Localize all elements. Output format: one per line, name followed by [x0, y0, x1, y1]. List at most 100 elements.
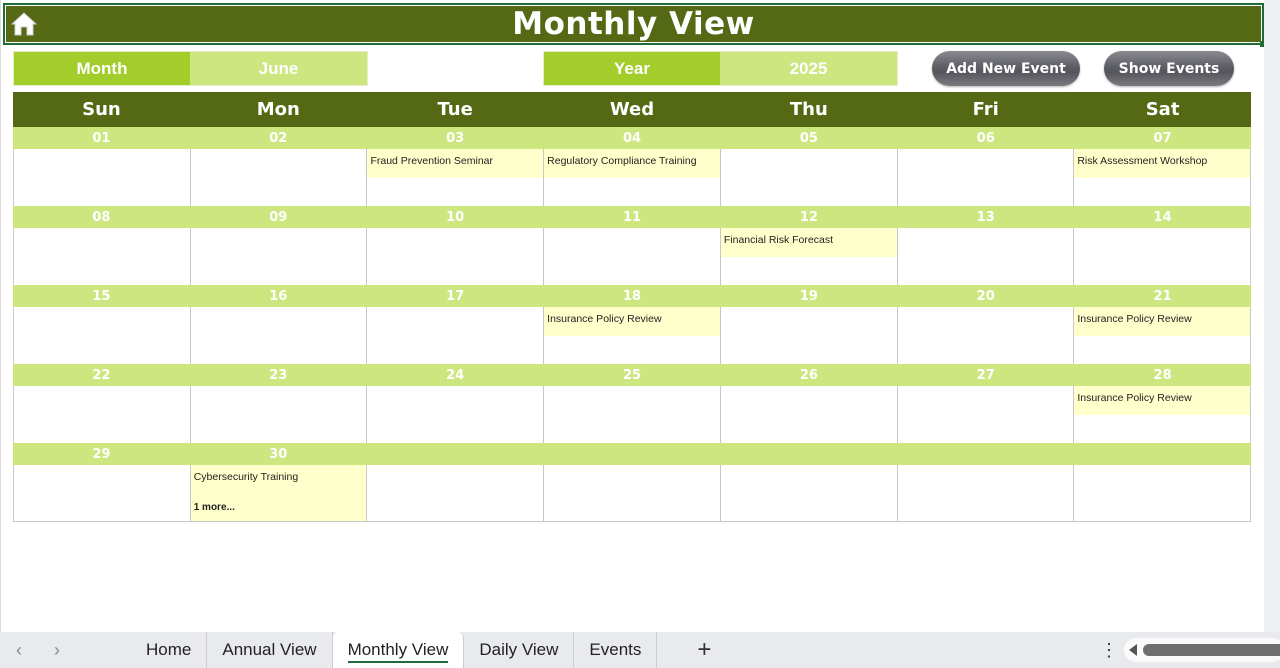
- date-row: 15 16 17 18 19 20 21: [13, 285, 1251, 307]
- tab-home[interactable]: Home: [131, 632, 208, 668]
- day-number: 16: [269, 288, 288, 304]
- event-item[interactable]: Regulatory Compliance Training: [544, 149, 720, 178]
- next-sheet-icon[interactable]: ›: [38, 640, 76, 661]
- day-cell[interactable]: [898, 465, 1075, 521]
- day-number: 21: [1153, 288, 1172, 304]
- weekday-fri: Fri: [972, 99, 999, 120]
- day-cell[interactable]: Financial Risk Forecast: [720, 228, 898, 285]
- home-icon[interactable]: [11, 11, 37, 37]
- day-cell[interactable]: Insurance Policy Review: [544, 307, 721, 364]
- day-cell[interactable]: [14, 228, 191, 285]
- date-row: 01 02 03 04 05 06 07: [13, 127, 1251, 149]
- day-cell[interactable]: [1074, 228, 1252, 285]
- day-number: 09: [269, 209, 288, 225]
- tab-daily-view[interactable]: Daily View: [464, 632, 575, 668]
- day-cell[interactable]: [191, 386, 368, 443]
- day-number: 25: [622, 367, 642, 383]
- day-cell[interactable]: [14, 307, 191, 364]
- day-cell[interactable]: [191, 307, 368, 364]
- year-label: Year: [544, 52, 720, 85]
- event-item[interactable]: Insurance Policy Review: [1074, 307, 1251, 336]
- tab-label: Monthly View: [347, 640, 449, 663]
- event-item[interactable]: Insurance Policy Review: [1074, 386, 1251, 415]
- day-cell[interactable]: [721, 307, 898, 364]
- year-selector: Year 2025: [543, 51, 898, 86]
- event-item[interactable]: Financial Risk Forecast: [720, 228, 897, 257]
- calendar-week: 15 16 17 18 19 20 21 Insurance Policy Review Ins…: [13, 285, 1252, 364]
- day-number: 22: [92, 367, 111, 383]
- tab-annual-view[interactable]: Annual View: [207, 632, 333, 668]
- day-cell[interactable]: [544, 465, 721, 521]
- day-cell[interactable]: [898, 228, 1075, 285]
- date-row: 29 30: [13, 443, 1251, 465]
- day-number: 23: [269, 367, 288, 383]
- day-cell[interactable]: Insurance Policy Review: [1074, 307, 1252, 364]
- calendar-week: 22 23 24 25 26 27 28 Insurance Policy Review: [13, 364, 1252, 443]
- month-value[interactable]: June: [190, 52, 367, 85]
- day-cell[interactable]: [1074, 465, 1252, 521]
- day-cell[interactable]: [721, 465, 898, 521]
- day-cell[interactable]: [14, 465, 191, 521]
- worksheet: Monthly View Month June Year 2025 Add Ne…: [0, 0, 1266, 632]
- day-cell[interactable]: [898, 386, 1075, 443]
- event-item[interactable]: Risk Assessment Workshop: [1074, 149, 1251, 178]
- day-number: 15: [92, 288, 111, 304]
- cell-row: Insurance Policy Review: [13, 386, 1252, 443]
- day-cell[interactable]: [367, 307, 545, 364]
- tab-events[interactable]: Events: [574, 632, 658, 668]
- day-cell[interactable]: Risk Assessment Workshop: [1074, 149, 1252, 206]
- day-number: 06: [976, 130, 995, 146]
- day-cell[interactable]: Fraud Prevention Seminar: [367, 149, 545, 206]
- day-cell[interactable]: Cybersecurity Training 1 more...: [190, 465, 368, 521]
- scrollbar-thumb[interactable]: [1143, 644, 1280, 656]
- prev-sheet-icon[interactable]: ‹: [0, 640, 38, 661]
- calendar-week: 29 30 Cybersecurity Training 1 more...: [13, 443, 1252, 522]
- add-new-event-button[interactable]: Add New Event: [932, 51, 1080, 86]
- day-number: 29: [92, 446, 111, 462]
- event-item[interactable]: Fraud Prevention Seminar: [367, 149, 544, 178]
- day-number: 05: [799, 130, 818, 146]
- scroll-left-icon[interactable]: [1129, 644, 1137, 656]
- event-item[interactable]: Cybersecurity Training: [190, 465, 367, 494]
- day-number: 19: [799, 288, 818, 304]
- calendar-grid: Sun Mon Tue Wed Thu Fri Sat 01 02 03 04 05 06 07 Frau…: [13, 92, 1252, 522]
- day-cell[interactable]: [544, 386, 721, 443]
- day-cell[interactable]: [721, 386, 898, 443]
- sheet-tabs: Home Annual View Monthly View Daily View Eve…: [131, 632, 658, 668]
- day-cell[interactable]: Regulatory Compliance Training: [544, 149, 721, 206]
- add-sheet-button[interactable]: +: [697, 636, 711, 664]
- calendar-week: 08 09 10 11 12 13 14 Financial Risk Forecast: [13, 206, 1252, 285]
- weekday-header: Sun Mon Tue Wed Thu Fri Sat: [13, 92, 1251, 127]
- horizontal-scrollbar[interactable]: [1124, 638, 1280, 662]
- day-number: [544, 443, 721, 465]
- day-cell[interactable]: [898, 149, 1075, 206]
- date-row: 08 09 10 11 12 13 14: [13, 206, 1251, 228]
- day-number: 07: [1153, 130, 1172, 146]
- cell-row: Insurance Policy Review Insurance Policy …: [13, 307, 1252, 364]
- day-cell[interactable]: Insurance Policy Review: [1074, 386, 1252, 443]
- day-number: [897, 443, 1074, 465]
- event-item[interactable]: Insurance Policy Review: [544, 307, 720, 336]
- day-number: 08: [92, 209, 111, 225]
- day-cell[interactable]: [191, 228, 368, 285]
- sheet-tab-bar: ‹ › Home Annual View Monthly View Daily Vie…: [0, 632, 1280, 668]
- year-value[interactable]: 2025: [720, 52, 897, 85]
- more-events-link[interactable]: 1 more...: [194, 502, 235, 513]
- show-events-button[interactable]: Show Events: [1104, 51, 1234, 86]
- day-number: [1074, 443, 1251, 465]
- page-title: Monthly View: [512, 6, 755, 42]
- day-cell[interactable]: [14, 149, 191, 206]
- day-cell[interactable]: [721, 149, 898, 206]
- day-cell[interactable]: [544, 228, 721, 285]
- tab-monthly-view[interactable]: Monthly View: [332, 632, 465, 668]
- day-cell[interactable]: [898, 307, 1075, 364]
- right-gutter: [1264, 0, 1280, 632]
- day-cell[interactable]: [367, 386, 545, 443]
- weekday-mon: Mon: [256, 99, 300, 120]
- more-options-icon[interactable]: ⋮: [1100, 640, 1118, 661]
- day-cell[interactable]: [367, 465, 545, 521]
- day-cell[interactable]: [14, 386, 191, 443]
- day-cell[interactable]: [367, 228, 545, 285]
- cell-row: Financial Risk Forecast: [13, 228, 1252, 285]
- day-cell[interactable]: [191, 149, 368, 206]
